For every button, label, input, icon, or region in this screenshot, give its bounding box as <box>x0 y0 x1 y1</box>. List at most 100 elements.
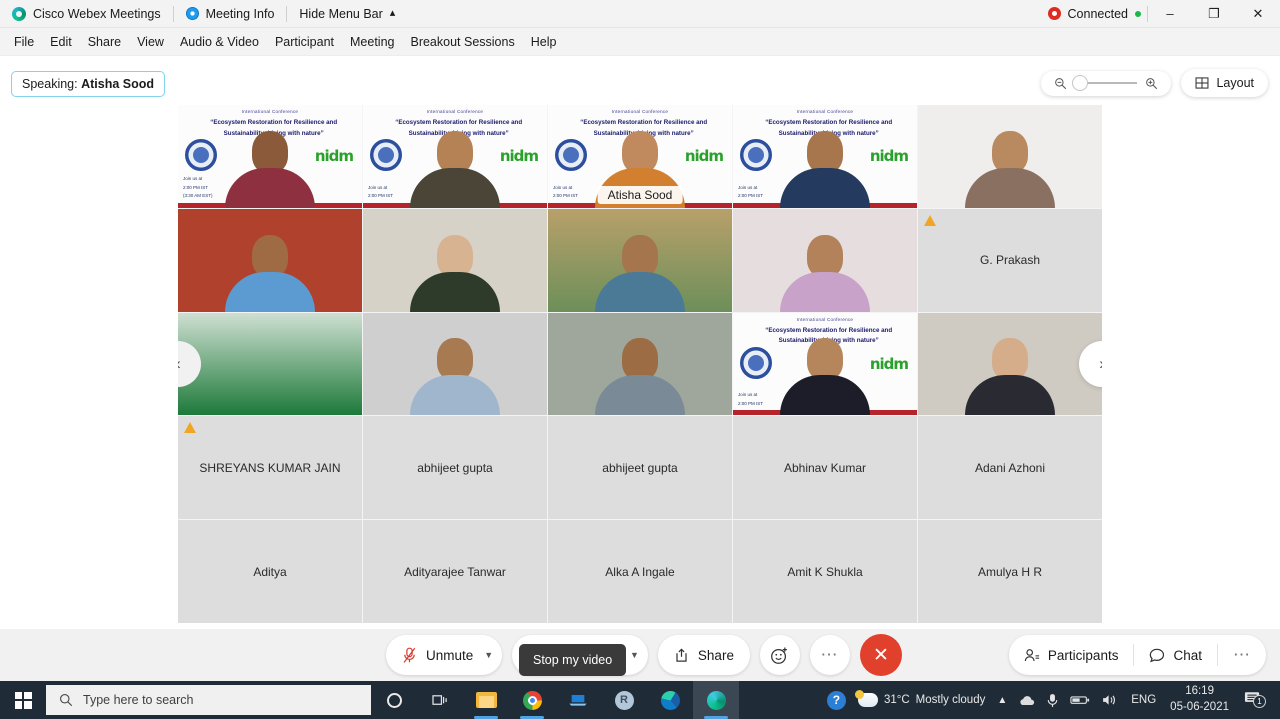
participant-name: abhijeet gupta <box>602 460 678 475</box>
video-tile[interactable]: › <box>918 312 1102 416</box>
layout-button[interactable]: Layout <box>1181 69 1268 97</box>
next-page-button[interactable]: › <box>1079 340 1102 387</box>
menu-audio-video[interactable]: Audio & Video <box>172 32 267 52</box>
participant-tile-no-video[interactable]: abhijeet gupta <box>363 416 547 520</box>
windows-taskbar: Type here to search R ? 31°C Mostly clou… <box>0 681 1280 719</box>
stop-video-chevron-down-icon[interactable]: ▼ <box>630 650 639 660</box>
video-tile[interactable]: International Conference “Ecosystem Rest… <box>733 105 917 208</box>
more-panels-button[interactable]: ⋯ <box>1218 635 1266 675</box>
participant-tile-no-video[interactable]: Amit K Shukla <box>733 520 917 623</box>
menu-bar: File Edit Share View Audio & Video Parti… <box>0 28 1280 56</box>
speaking-name-label: Atisha Sood <box>81 77 155 91</box>
help-tray-icon[interactable]: ? <box>821 690 852 710</box>
right-control-group: Participants Chat ⋯ <box>1008 635 1266 675</box>
menu-file[interactable]: File <box>6 32 42 52</box>
participant-tile-no-video[interactable]: Adani Azhoni <box>918 416 1102 520</box>
video-tile[interactable] <box>918 105 1102 208</box>
language-indicator[interactable]: ENG <box>1125 694 1162 706</box>
share-upload-icon <box>676 647 687 662</box>
join-line-3: (3:30 AM EST) <box>183 193 213 199</box>
participant-tile-no-video[interactable]: Alka A Ingale <box>548 520 732 623</box>
video-tile[interactable]: International Conference “Ecosystem Rest… <box>733 312 917 416</box>
ellipsis-icon: ⋯ <box>1233 645 1251 664</box>
remote-desktop-button[interactable] <box>555 681 601 719</box>
more-options-button[interactable]: ⋯ <box>809 635 850 675</box>
video-tile[interactable]: International Conference “Ecosystem Rest… <box>363 105 547 208</box>
reactions-button[interactable] <box>759 635 800 675</box>
video-tile-active-speaker[interactable]: International Conference “Ecosystem Rest… <box>548 105 732 208</box>
video-tile[interactable]: ‹ <box>178 312 362 416</box>
close-x-icon: ✕ <box>872 644 889 666</box>
video-tile[interactable] <box>363 208 547 312</box>
microphone-muted-icon <box>403 647 416 663</box>
chat-button[interactable]: Chat <box>1134 635 1217 675</box>
weather-widget[interactable]: 31°C Mostly cloudy <box>852 690 991 707</box>
video-tile[interactable] <box>548 312 732 416</box>
cloud-icon <box>1020 695 1035 705</box>
close-button[interactable]: ✕ <box>1236 0 1280 28</box>
conference-seal-icon <box>740 346 772 379</box>
unmute-label: Unmute <box>426 647 474 663</box>
video-tile[interactable] <box>178 208 362 312</box>
slide-header: International Conference <box>796 109 854 114</box>
meeting-info-label: Meeting Info <box>205 6 275 21</box>
participant-tile-no-video[interactable]: SHREYANS KUMAR JAIN <box>178 416 362 520</box>
zoom-slider-knob[interactable] <box>1072 75 1089 91</box>
video-tile[interactable]: International Conference “Ecosystem Rest… <box>178 105 362 208</box>
participant-tile-no-video[interactable]: Aditya <box>178 520 362 623</box>
zoom-slider-control[interactable] <box>1041 70 1172 96</box>
volume-tray-icon[interactable] <box>1096 693 1125 707</box>
nidm-logo: nidm <box>499 147 539 165</box>
participant-tile-no-video[interactable]: Adityarajee Tanwar <box>363 520 547 623</box>
participant-tile-no-video[interactable]: Amulya H R <box>918 520 1102 623</box>
participant-tile-no-video[interactable]: Abhinav Kumar <box>733 416 917 520</box>
tray-expand-button[interactable]: ▲ <box>991 695 1013 706</box>
menu-breakout-sessions[interactable]: Breakout Sessions <box>402 32 522 52</box>
menu-view[interactable]: View <box>129 32 172 52</box>
zoom-in-icon[interactable] <box>1145 77 1158 90</box>
participant-tile-no-video[interactable]: G. Prakash <box>918 208 1102 312</box>
conference-seal-icon <box>185 139 217 171</box>
menu-help[interactable]: Help <box>523 32 565 52</box>
participant-tile-no-video[interactable]: abhijeet gupta <box>548 416 732 520</box>
slide-join-info: Join us at 2:00 PM IST <box>553 184 578 201</box>
maximize-button[interactable]: ❐ <box>1192 0 1236 28</box>
menu-edit[interactable]: Edit <box>42 32 80 52</box>
hide-menu-bar-button[interactable]: Hide Menu Bar ▴ <box>287 0 407 28</box>
share-button[interactable]: Share <box>657 635 750 675</box>
unmute-button[interactable]: Unmute ▼ <box>386 635 503 675</box>
battery-tray-icon[interactable] <box>1064 694 1096 706</box>
onedrive-tray-icon[interactable] <box>1013 694 1041 707</box>
video-tile[interactable] <box>363 312 547 416</box>
start-button[interactable] <box>0 681 46 719</box>
video-tile[interactable] <box>733 208 917 312</box>
participant-silhouette <box>965 338 1055 416</box>
participant-name: Aditya <box>253 564 287 579</box>
menu-meeting[interactable]: Meeting <box>342 32 402 52</box>
unmute-chevron-down-icon[interactable]: ▼ <box>484 650 493 660</box>
task-view-button[interactable] <box>417 681 463 719</box>
participants-button[interactable]: Participants <box>1009 635 1134 675</box>
taskbar-clock[interactable]: 16:19 05-06-2021 <box>1162 684 1237 715</box>
cortana-button[interactable] <box>371 681 417 719</box>
file-explorer-button[interactable] <box>463 681 509 719</box>
prev-page-button[interactable]: ‹ <box>178 340 201 387</box>
end-meeting-button[interactable]: ✕ <box>859 634 902 676</box>
taskbar-search[interactable]: Type here to search <box>46 685 371 715</box>
zoom-out-icon[interactable] <box>1054 77 1067 90</box>
chrome-button[interactable] <box>509 681 555 719</box>
menu-participant[interactable]: Participant <box>267 32 342 52</box>
menu-share[interactable]: Share <box>80 32 129 52</box>
r-app-button[interactable]: R <box>601 681 647 719</box>
meeting-info-button[interactable]: Meeting Info <box>174 0 287 28</box>
connection-status: Connected <box>1047 7 1147 21</box>
edge-button[interactable] <box>647 681 693 719</box>
webex-taskbar-button[interactable] <box>693 681 739 719</box>
minimize-button[interactable]: – <box>1148 0 1192 28</box>
conference-seal-icon <box>555 139 587 171</box>
video-tile[interactable] <box>548 208 732 312</box>
participant-silhouette <box>780 234 870 312</box>
zoom-slider-track[interactable] <box>1072 75 1138 91</box>
microphone-tray-icon[interactable] <box>1041 693 1064 708</box>
notification-center-button[interactable]: 1 <box>1237 690 1272 710</box>
